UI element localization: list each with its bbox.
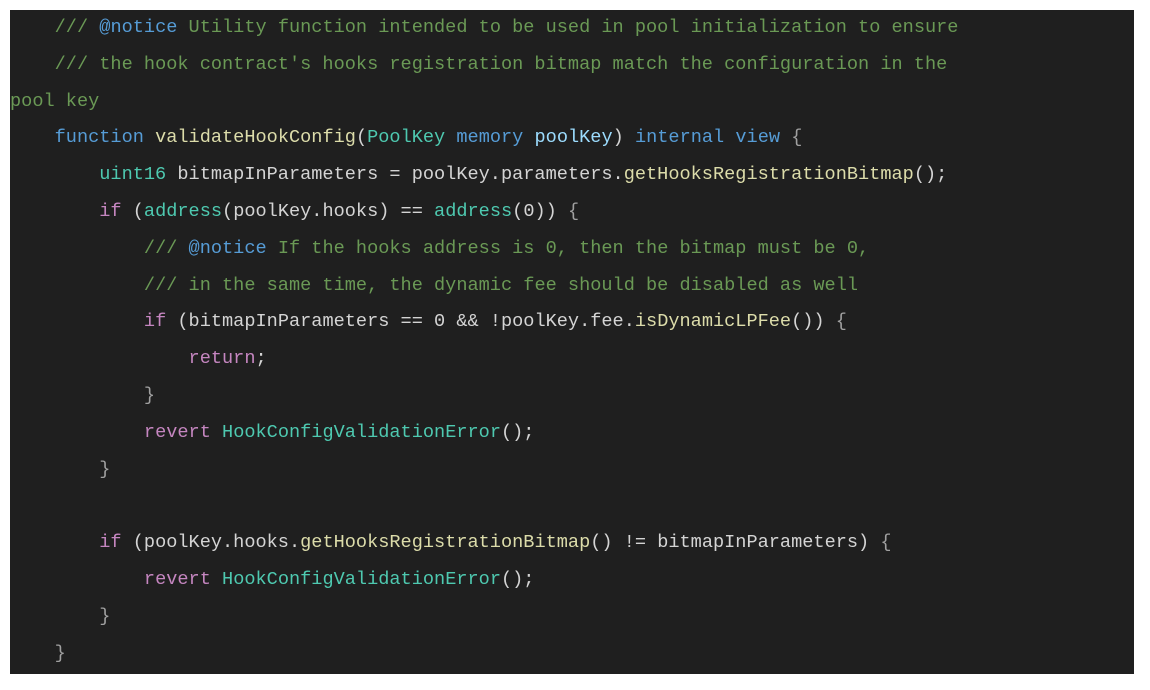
token-doctag: @notice	[188, 237, 267, 259]
token-punct: ();	[500, 421, 535, 443]
token-comment: If the hooks address is 0, then the bitm…	[266, 237, 870, 259]
token-func: validateHookConfig	[155, 127, 356, 149]
token-keyword: view	[735, 127, 781, 149]
token-comment: /// in the same time, the dynamic fee sh…	[143, 274, 859, 296]
token-control: if	[99, 532, 122, 554]
token-punct: (	[355, 127, 368, 149]
token-func: getHooksRegistrationBitmap	[300, 532, 591, 554]
code-line: if (bitmapInParameters == 0 && !poolKey.…	[10, 304, 847, 340]
token-plain: () != bitmapInParameters)	[590, 532, 881, 554]
token-punct: (	[121, 201, 144, 222]
token-punct: ();	[913, 164, 948, 186]
code-line: if (poolKey.hooks.getHooksRegistrationBi…	[10, 525, 892, 561]
token-param: poolKey	[534, 127, 613, 149]
code-line: }	[10, 636, 66, 672]
code-line: }	[10, 378, 155, 414]
token-plain: ())	[791, 311, 836, 333]
code-line: revert HookConfigValidationError();	[10, 562, 535, 598]
token-punct: ();	[500, 569, 535, 590]
token-plain: bitmapInParameters = poolKey.parameters.	[166, 164, 624, 186]
token-control: if	[143, 311, 167, 333]
token-type: HookConfigValidationError	[222, 421, 501, 443]
token-func: getHooksRegistrationBitmap	[623, 164, 914, 186]
code-editor[interactable]: /// @notice Utility function intended to…	[10, 10, 1134, 674]
token-comment: Utility function intended to be used in …	[177, 17, 959, 38]
token-punct: )	[612, 127, 635, 149]
token-keyword: internal	[634, 127, 725, 149]
token-type: PoolKey	[367, 127, 446, 149]
token-brace: }	[143, 385, 156, 406]
token-plain: (0))	[512, 201, 568, 222]
token-control: revert	[143, 569, 211, 590]
token-type: address	[143, 201, 223, 222]
token-brace: }	[54, 642, 66, 664]
token-control: return	[188, 348, 256, 370]
token-plain: (poolKey.hooks.	[121, 532, 301, 554]
code-line: revert HookConfigValidationError();	[10, 415, 535, 451]
token-brace: }	[99, 458, 111, 480]
token-punct: ;	[255, 348, 267, 370]
code-line: }	[10, 452, 110, 488]
token-type: HookConfigValidationError	[222, 569, 501, 590]
code-line: uint16 bitmapInParameters = poolKey.para…	[10, 157, 947, 193]
token-keyword: function	[54, 127, 144, 149]
code-line: /// @notice If the hooks address is 0, t…	[10, 231, 869, 267]
token-type: address	[434, 201, 513, 222]
code-line: return;	[10, 341, 267, 377]
token-comment: ///	[54, 17, 100, 38]
token-func: isDynamicLPFee	[634, 311, 792, 333]
token-brace: {	[835, 311, 847, 333]
token-comment: ///	[143, 237, 189, 259]
code-line: /// @notice Utility function intended to…	[10, 10, 959, 46]
code-line: function validateHookConfig(PoolKey memo…	[10, 120, 803, 156]
token-control: if	[99, 201, 122, 222]
code-line: /// the hook contract's hooks registrati…	[10, 47, 948, 83]
token-doctag: @notice	[99, 17, 178, 38]
token-brace: }	[99, 605, 111, 627]
token-type: uint16	[99, 164, 167, 186]
token-brace: {	[880, 532, 892, 554]
token-comment: pool key	[10, 90, 100, 112]
token-brace: {	[780, 127, 803, 149]
token-brace: {	[567, 201, 580, 222]
token-plain: (bitmapInParameters == 0 && !poolKey.fee…	[166, 311, 635, 333]
token-comment: /// the hook contract's hooks registrati…	[54, 53, 948, 75]
token-control: revert	[143, 421, 211, 443]
token-plain: (poolKey.hooks) ==	[222, 201, 435, 222]
code-line: /// in the same time, the dynamic fee sh…	[10, 268, 858, 304]
code-line: if (address(poolKey.hooks) == address(0)…	[10, 194, 579, 230]
code-line: }	[10, 599, 110, 635]
token-keyword: memory	[456, 127, 524, 149]
code-line: pool key	[10, 84, 99, 120]
